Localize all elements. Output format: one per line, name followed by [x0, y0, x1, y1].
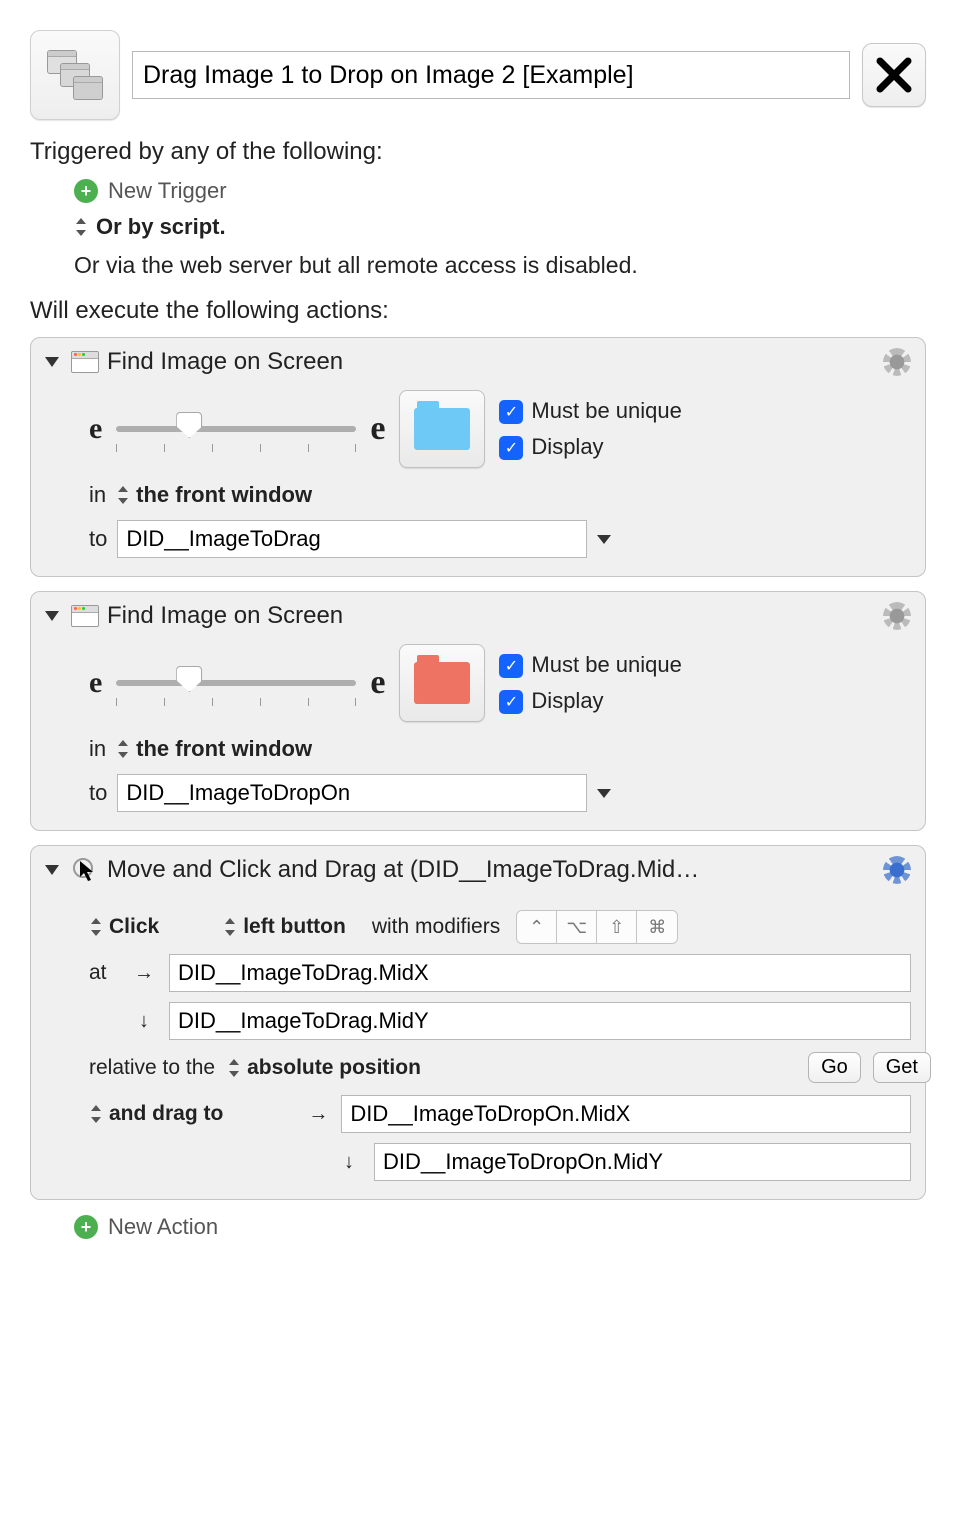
action-move-click-drag: Move and Click and Drag at (DID__ImageTo… — [30, 845, 926, 1200]
remote-access-info: Or via the web server but all remote acc… — [74, 252, 926, 279]
opt-modifier[interactable]: ⌥ — [557, 911, 597, 943]
plus-icon: + — [74, 1215, 98, 1239]
disclosure-triangle-icon[interactable] — [45, 611, 59, 621]
drag-x-input[interactable] — [341, 1095, 911, 1133]
chevron-down-icon[interactable] — [597, 535, 611, 544]
image-well[interactable] — [399, 390, 485, 468]
gear-icon[interactable] — [883, 602, 911, 630]
relative-label: relative to the — [89, 1056, 215, 1080]
window-icon — [71, 351, 99, 373]
action-title: Move and Click and Drag at (DID__ImageTo… — [107, 856, 875, 884]
down-arrow-icon: ↓ — [338, 1151, 360, 1174]
unique-checkbox[interactable]: ✓Must be unique — [499, 398, 681, 424]
disclosure-triangle-icon[interactable] — [45, 357, 59, 367]
display-checkbox[interactable]: ✓Display — [499, 688, 681, 714]
actions-heading: Will execute the following actions: — [30, 297, 926, 325]
updown-icon — [223, 917, 237, 937]
updown-icon — [89, 917, 103, 937]
fuzz-label-left: e — [89, 412, 102, 446]
close-button[interactable] — [862, 43, 926, 107]
plus-icon: + — [74, 179, 98, 203]
macro-icon — [30, 30, 120, 120]
window-icon — [71, 605, 99, 627]
y-input[interactable] — [169, 1002, 911, 1040]
new-trigger-label: New Trigger — [108, 178, 227, 204]
macro-title-input[interactable] — [132, 51, 850, 99]
or-by-script[interactable]: Or by script. — [74, 214, 926, 240]
new-action-button[interactable]: + New Action — [74, 1214, 926, 1240]
scope-popup[interactable]: the front window — [116, 736, 312, 762]
click-type-popup[interactable]: Click — [89, 915, 159, 939]
right-arrow-icon: → — [133, 962, 155, 985]
right-arrow-icon: → — [307, 1103, 329, 1126]
or-by-script-label: Or by script. — [96, 214, 226, 240]
folder-icon — [414, 662, 470, 704]
chevron-down-icon[interactable] — [597, 789, 611, 798]
image-well[interactable] — [399, 644, 485, 722]
fuzz-slider[interactable] — [116, 406, 356, 452]
get-button[interactable]: Get — [873, 1052, 931, 1083]
fuzz-slider[interactable] — [116, 660, 356, 706]
disclosure-triangle-icon[interactable] — [45, 865, 59, 875]
fuzz-label-right: e — [370, 664, 385, 702]
updown-icon — [89, 1104, 103, 1124]
action-title: Find Image on Screen — [107, 602, 343, 630]
drag-y-input[interactable] — [374, 1143, 911, 1181]
drag-popup[interactable]: and drag to — [89, 1102, 223, 1126]
display-checkbox[interactable]: ✓Display — [499, 434, 681, 460]
to-label: to — [89, 526, 107, 552]
cmd-modifier[interactable]: ⌘ — [637, 911, 677, 943]
down-arrow-icon: ↓ — [133, 1010, 155, 1033]
new-action-label: New Action — [108, 1214, 218, 1240]
unique-checkbox[interactable]: ✓Must be unique — [499, 652, 681, 678]
action-find-image-1: Find Image on Screen e e ✓Must be unique… — [30, 337, 926, 577]
updown-icon — [227, 1058, 241, 1078]
updown-icon — [116, 485, 130, 505]
modifiers-label: with modifiers — [372, 915, 500, 939]
new-trigger-button[interactable]: + New Trigger — [74, 178, 926, 204]
position-popup[interactable]: absolute position — [227, 1056, 421, 1080]
at-label: at — [89, 961, 119, 985]
variable-input[interactable] — [117, 774, 587, 812]
fuzz-label-left: e — [89, 666, 102, 700]
fuzz-label-right: e — [370, 410, 385, 448]
action-find-image-2: Find Image on Screen e e ✓Must be unique… — [30, 591, 926, 831]
gear-icon[interactable] — [883, 348, 911, 376]
shift-modifier[interactable]: ⇧ — [597, 911, 637, 943]
mouse-button-popup[interactable]: left button — [223, 915, 346, 939]
in-label: in — [89, 482, 106, 508]
scope-popup[interactable]: the front window — [116, 482, 312, 508]
to-label: to — [89, 780, 107, 806]
gear-icon[interactable] — [883, 856, 911, 884]
go-button[interactable]: Go — [808, 1052, 861, 1083]
in-label: in — [89, 736, 106, 762]
action-title: Find Image on Screen — [107, 348, 343, 376]
triggers-heading: Triggered by any of the following: — [30, 138, 926, 166]
x-input[interactable] — [169, 954, 911, 992]
updown-icon — [116, 739, 130, 759]
ctrl-modifier[interactable]: ⌃ — [517, 911, 557, 943]
cursor-icon — [71, 856, 99, 884]
folder-icon — [414, 408, 470, 450]
variable-input[interactable] — [117, 520, 587, 558]
updown-icon — [74, 217, 88, 237]
modifiers-buttons[interactable]: ⌃ ⌥ ⇧ ⌘ — [516, 910, 678, 944]
